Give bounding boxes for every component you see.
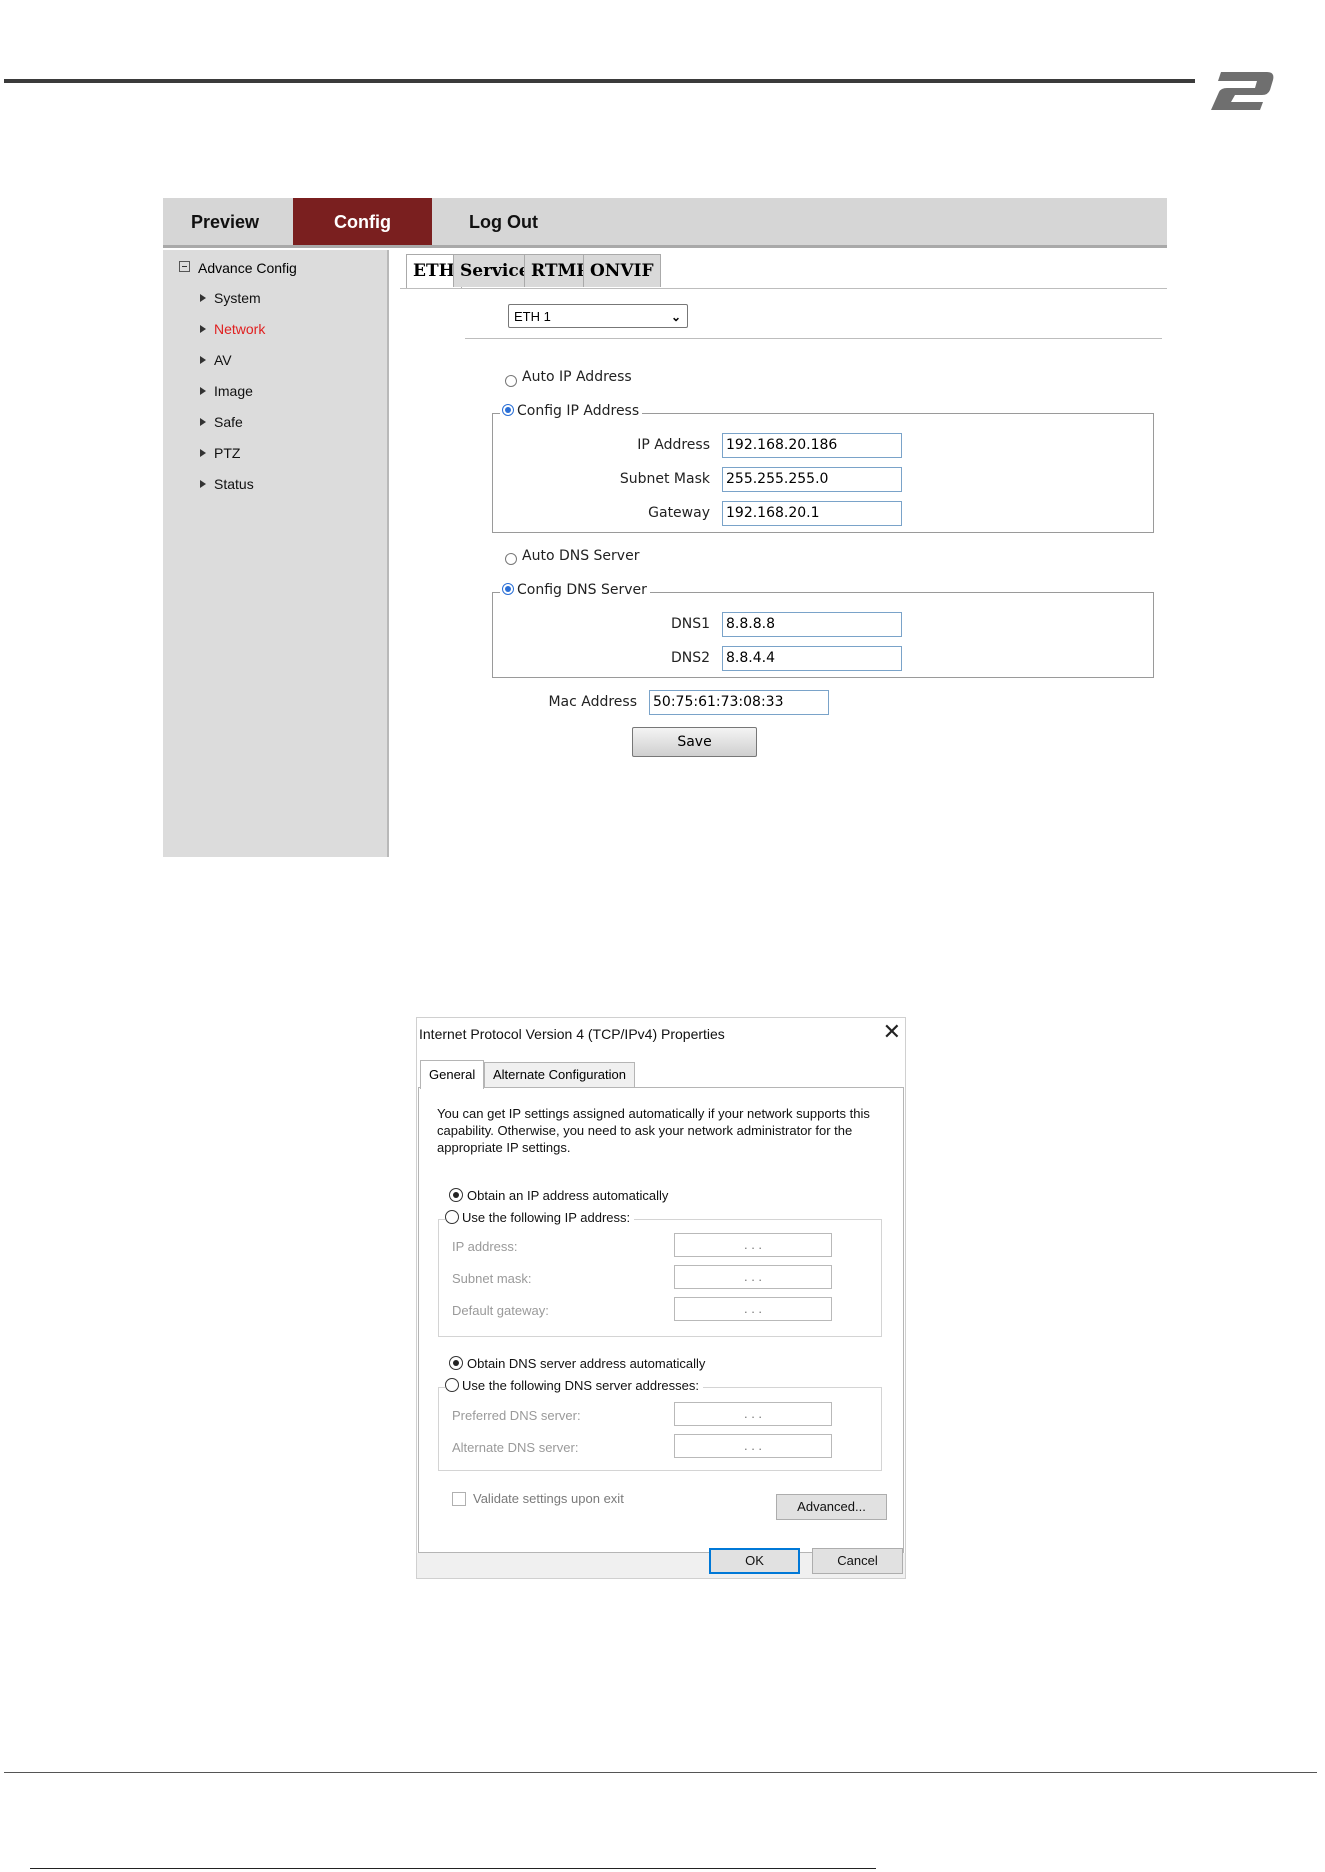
intro-text: You can get IP settings assigned automat…: [437, 1106, 870, 1155]
dns-config-legend: Config DNS Server: [500, 582, 650, 598]
obtain-dns-radio[interactable]: [449, 1356, 463, 1370]
advanced-button[interactable]: Advanced...: [776, 1494, 887, 1520]
footnote-rule: [30, 1868, 876, 1869]
use-ip-radio[interactable]: [445, 1210, 459, 1224]
sidebar-item-network[interactable]: Network: [200, 321, 265, 337]
triangle-right-icon: [200, 356, 206, 364]
tab-alternate-configuration[interactable]: Alternate Configuration: [484, 1062, 635, 1087]
sidebar-item-safe[interactable]: Safe: [200, 414, 243, 430]
subnet-mask-field-label: Subnet mask:: [452, 1271, 532, 1286]
sidebar: Advance Config System Network AV Image S…: [163, 250, 389, 857]
sidebar-item-ptz[interactable]: PTZ: [200, 445, 240, 461]
triangle-right-icon: [200, 418, 206, 426]
default-gateway-box[interactable]: . . .: [674, 1297, 832, 1321]
top-nav: Preview Config Log Out: [163, 198, 1167, 248]
config-ip-radio[interactable]: [502, 404, 514, 416]
sidebar-root[interactable]: Advance Config: [179, 260, 297, 276]
ip-address-field-label: IP address:: [452, 1239, 518, 1254]
triangle-right-icon: [200, 480, 206, 488]
config-ip-label: Config IP Address: [517, 403, 640, 419]
tab-onvif[interactable]: ONVIF: [583, 254, 661, 287]
config-dns-radio[interactable]: [502, 583, 514, 595]
mac-address-input[interactable]: 50:75:61:73:08:33: [649, 690, 829, 715]
use-ip-label: Use the following IP address:: [462, 1210, 631, 1225]
chevron-down-icon: ⌄: [670, 310, 681, 324]
obtain-ip-radio[interactable]: [449, 1188, 463, 1202]
static-dns-legend: Use the following DNS server addresses:: [445, 1377, 703, 1395]
subnet-mask-input[interactable]: 255.255.255.0: [722, 467, 902, 492]
gateway-input[interactable]: 192.168.20.1: [722, 501, 902, 526]
validate-checkbox[interactable]: [452, 1492, 466, 1506]
ip-config-legend: Config IP Address: [500, 403, 643, 419]
sidebar-item-label: Network: [214, 321, 266, 337]
ip-address-box[interactable]: . . .: [674, 1233, 832, 1257]
tab-divider: [400, 288, 1167, 289]
sidebar-item-label: PTZ: [214, 445, 241, 461]
static-ip-legend: Use the following IP address:: [445, 1209, 635, 1227]
sidebar-item-label: AV: [214, 352, 232, 368]
alternate-dns-box[interactable]: . . .: [674, 1434, 832, 1458]
dns1-input[interactable]: 8.8.8.8: [722, 612, 902, 637]
dialog-title: Internet Protocol Version 4 (TCP/IPv4) P…: [419, 1026, 725, 1042]
triangle-right-icon: [200, 294, 206, 302]
sidebar-item-image[interactable]: Image: [200, 383, 253, 399]
obtain-dns-label: Obtain DNS server address automatically: [467, 1356, 706, 1371]
interface-select-value: ETH 1: [514, 309, 551, 324]
use-dns-radio[interactable]: [445, 1378, 459, 1392]
save-button[interactable]: Save: [632, 727, 757, 757]
alternate-dns-field-label: Alternate DNS server:: [452, 1440, 579, 1455]
auto-ip-label: Auto IP Address: [522, 369, 632, 385]
close-icon[interactable]: ✕: [883, 1019, 901, 1045]
triangle-right-icon: [200, 449, 206, 457]
sidebar-item-system[interactable]: System: [200, 290, 261, 306]
sidebar-root-label: Advance Config: [198, 260, 297, 276]
use-dns-label: Use the following DNS server addresses:: [462, 1378, 699, 1393]
collapse-icon[interactable]: [179, 261, 190, 272]
subnet-mask-box[interactable]: . . .: [674, 1265, 832, 1289]
ip-address-label: IP Address: [637, 437, 710, 453]
dns1-label: DNS1: [670, 616, 710, 632]
sidebar-item-label: Status: [214, 476, 254, 492]
mac-address-label: Mac Address: [548, 694, 637, 710]
dns2-input[interactable]: 8.8.4.4: [722, 646, 902, 671]
obtain-ip-label: Obtain an IP address automatically: [467, 1188, 669, 1203]
cancel-button[interactable]: Cancel: [812, 1548, 903, 1574]
nav-preview[interactable]: Preview: [191, 198, 259, 245]
tab-general[interactable]: General: [420, 1060, 485, 1089]
triangle-right-icon: [200, 325, 206, 333]
auto-dns-label: Auto DNS Server: [522, 548, 640, 564]
sidebar-item-label: System: [214, 290, 261, 306]
config-dns-label: Config DNS Server: [517, 582, 647, 598]
sidebar-item-av[interactable]: AV: [200, 352, 232, 368]
ok-button[interactable]: OK: [709, 1548, 800, 1574]
interface-select[interactable]: ETH 1 ⌄: [508, 304, 688, 328]
ip-address-input[interactable]: 192.168.20.186: [722, 433, 902, 458]
validate-label: Validate settings upon exit: [473, 1491, 624, 1506]
preferred-dns-field-label: Preferred DNS server:: [452, 1408, 581, 1423]
triangle-right-icon: [200, 387, 206, 395]
brand-logo-icon: [1211, 72, 1274, 110]
default-gateway-field-label: Default gateway:: [452, 1303, 549, 1318]
footer-rule: [4, 1772, 1317, 1773]
header-rule: [4, 79, 1195, 83]
nav-logout[interactable]: Log Out: [469, 198, 538, 245]
ipv4-properties-dialog: Internet Protocol Version 4 (TCP/IPv4) P…: [416, 1017, 906, 1579]
subnet-mask-label: Subnet Mask: [619, 471, 710, 487]
auto-ip-radio[interactable]: [505, 375, 517, 387]
static-dns-group: [438, 1387, 882, 1471]
dns2-label: DNS2: [670, 650, 710, 666]
divider: [465, 338, 1162, 339]
sidebar-item-label: Safe: [214, 414, 243, 430]
sidebar-item-status[interactable]: Status: [200, 476, 254, 492]
preferred-dns-box[interactable]: . . .: [674, 1402, 832, 1426]
auto-dns-radio[interactable]: [505, 553, 517, 565]
config-panel: ETH Service RTMP ONVIF ETH 1 ⌄: [400, 250, 1167, 857]
general-panel: You can get IP settings assigned automat…: [418, 1087, 904, 1553]
gateway-label: Gateway: [648, 505, 710, 521]
sidebar-item-label: Image: [214, 383, 253, 399]
nav-config[interactable]: Config: [293, 198, 432, 245]
